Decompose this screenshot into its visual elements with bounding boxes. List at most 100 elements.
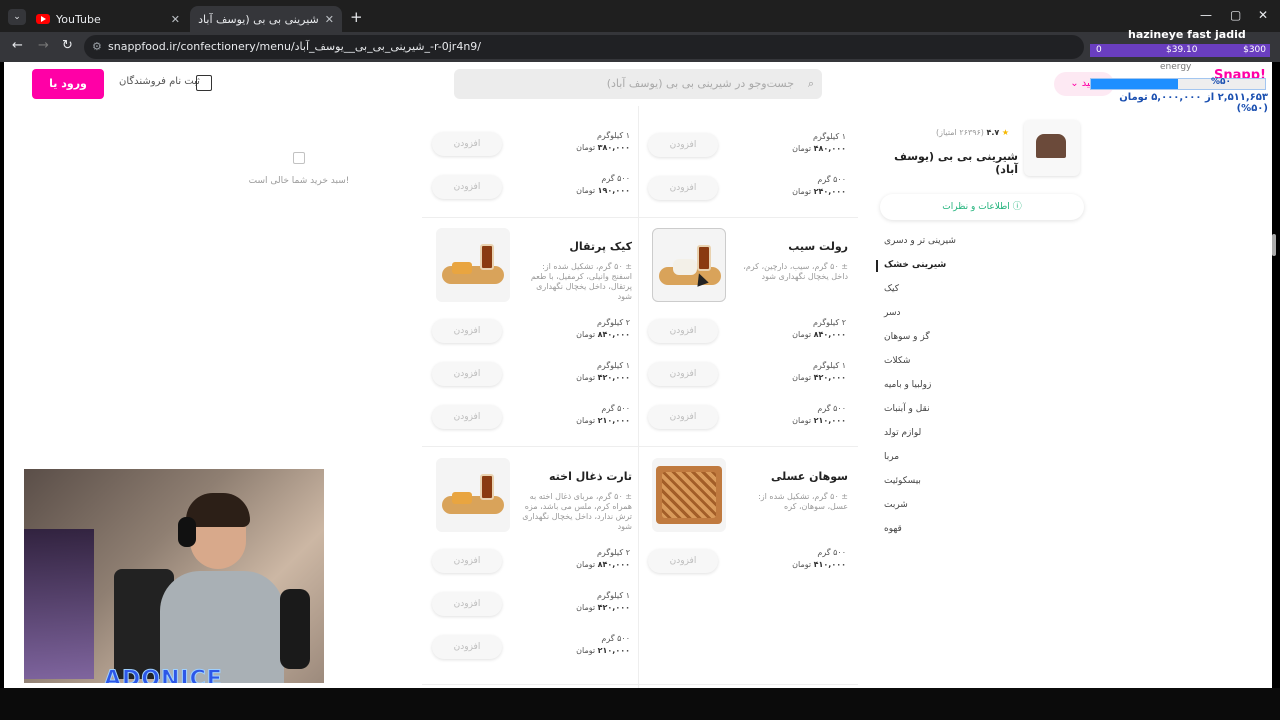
overlay-bar: 0 $39.10 $300 — [1090, 44, 1270, 57]
product-description: ± ۵۰ گرم، مربای ذغال اخته به همراه کرم، … — [522, 492, 632, 531]
bottom-bar — [0, 688, 1280, 720]
product-image[interactable] — [652, 228, 726, 302]
add-button[interactable]: افزودن — [648, 405, 718, 429]
price-row: ۲ کیلوگرم ۸۴۰,۰۰۰ تومان — [530, 547, 630, 571]
price-amount: ۸۴۰,۰۰۰ — [813, 330, 846, 339]
price-amount: ۳۸۰,۰۰۰ — [597, 143, 630, 152]
tab-search-button[interactable]: ⌄ — [8, 9, 26, 25]
column-divider — [638, 106, 639, 688]
category-item[interactable]: گز و سوهان — [884, 332, 930, 342]
close-icon[interactable]: ✕ — [171, 13, 180, 26]
price-amount: ۴۸۰,۰۰۰ — [813, 144, 846, 153]
add-button[interactable]: افزودن — [432, 635, 502, 659]
search-icon: ⌕ — [807, 77, 814, 90]
price-unit: تومان — [576, 646, 596, 655]
price-unit: تومان — [792, 144, 812, 153]
tab-snappfood[interactable]: ✕ شیرینی بی بی (یوسف آباد)-سفا — [190, 6, 342, 32]
tab-title: YouTube — [56, 12, 101, 26]
price-amount: ۲۱۰,۰۰۰ — [813, 416, 846, 425]
site-settings-icon[interactable]: ⚙ — [92, 35, 102, 59]
overlay-bar-low: 0 — [1096, 45, 1102, 55]
price-size: ۲ کیلوگرم — [596, 548, 630, 557]
overlay-title: hazineye fast jadid — [1128, 28, 1246, 41]
page-scrollbar[interactable] — [1272, 234, 1276, 256]
price-row: ۱ کیلوگرم ۳۸۰,۰۰۰ تومان — [530, 130, 630, 154]
vendor-name: شیرینی بی بی (یوسف آباد) — [894, 150, 1018, 176]
overlay-progress-text: ۲,۵۱۱,۶۵۳ از ۵,۰۰۰,۰۰۰ تومان (۵۰%) — [1119, 92, 1268, 114]
price-size: ۵۰۰ گرم — [601, 174, 630, 183]
category-item[interactable]: شیرینی تر و دسری — [884, 236, 956, 246]
price-unit: تومان — [576, 416, 596, 425]
add-button[interactable]: افزودن — [432, 405, 502, 429]
add-button[interactable]: افزودن — [432, 549, 502, 573]
add-button[interactable]: افزودن — [648, 362, 718, 386]
tea-glass-shape — [480, 244, 494, 270]
shelf-shape — [24, 529, 94, 679]
add-button[interactable]: افزودن — [648, 133, 718, 157]
browser-toolbar: ← → ↻ ⚙ snappfood.ir/confectionery/menu/… — [0, 32, 1280, 62]
channel-watermark: ADONICE — [104, 667, 223, 684]
headset-shape — [178, 517, 196, 547]
category-item[interactable]: بیسکوئیت — [884, 476, 921, 486]
overlay-bar-high: $300 — [1243, 45, 1266, 55]
add-button[interactable]: افزودن — [432, 592, 502, 616]
tea-glass-shape — [480, 474, 494, 500]
price-size: ۱ کیلوگرم — [812, 132, 846, 141]
price-size: ۲ کیلوگرم — [812, 318, 846, 327]
price-row: ۲ کیلوگرم ۸۴۰,۰۰۰ تومان — [530, 317, 630, 341]
maximize-button[interactable]: ▢ — [1230, 8, 1241, 22]
product-description: ± ۵۰ گرم، سیب، دارچین، کرم، داخل یخچال ن… — [743, 262, 848, 281]
product-title: سوهان عسلی — [770, 470, 848, 483]
category-item[interactable]: لوازم تولد — [884, 428, 921, 438]
price-row: ۵۰۰ گرم ۲۱۰,۰۰۰ تومان — [530, 633, 630, 657]
info-reviews-button[interactable]: ⓘ اطلاعات و نظرات — [880, 194, 1084, 220]
price-row: ۵۰۰ گرم ۲۱۰,۰۰۰ تومان — [746, 403, 846, 427]
price-amount: ۲۱۰,۰۰۰ — [597, 416, 630, 425]
add-button[interactable]: افزودن — [648, 319, 718, 343]
add-button[interactable]: افزودن — [432, 132, 502, 156]
add-button[interactable]: افزودن — [432, 175, 502, 199]
price-amount: ۸۴۰,۰۰۰ — [597, 330, 630, 339]
category-item[interactable]: شربت — [884, 500, 908, 510]
overlay-energy-label: energy — [1160, 62, 1192, 72]
category-item[interactable]: کیک — [884, 284, 899, 294]
youtube-icon — [36, 14, 50, 24]
product-image[interactable] — [436, 458, 510, 532]
login-button[interactable]: ورود یا عضویت — [32, 69, 104, 120]
minimize-button[interactable]: — — [1200, 8, 1212, 22]
add-button[interactable]: افزودن — [648, 176, 718, 200]
tab-youtube[interactable]: YouTube ✕ — [28, 6, 188, 32]
tea-glass-shape — [697, 245, 711, 271]
category-item[interactable]: نقل و آبنبات — [884, 404, 930, 414]
category-item-active[interactable]: شیرینی خشک — [884, 260, 946, 270]
address-bar[interactable]: ⚙ snappfood.ir/confectionery/menu/شیرینی… — [84, 35, 1084, 59]
price-amount: ۲۱۰,۰۰۰ — [597, 646, 630, 655]
price-amount: ۴۲۰,۰۰۰ — [597, 373, 630, 382]
forward-arrow-icon[interactable]: → — [38, 38, 49, 53]
close-window-button[interactable]: ✕ — [1258, 8, 1268, 22]
price-amount: ۴۱۰,۰۰۰ — [813, 560, 846, 569]
chevron-down-icon: ⌄ — [1070, 78, 1079, 89]
category-item[interactable]: شکلات — [884, 356, 910, 366]
price-amount: ۴۲۰,۰۰۰ — [813, 373, 846, 382]
cart-icon — [293, 152, 305, 164]
category-item[interactable]: قهوه — [884, 524, 902, 534]
info-reviews-label: اطلاعات و نظرات — [942, 202, 1010, 212]
category-item[interactable]: مربا — [884, 452, 899, 462]
reload-icon[interactable]: ↻ — [62, 38, 73, 53]
category-item[interactable]: دسر — [884, 308, 901, 318]
category-item[interactable]: زولبیا و بامیه — [884, 380, 931, 390]
vendor-register-link[interactable]: ثبت نام فروشندگان — [119, 76, 200, 87]
add-button[interactable]: افزودن — [648, 549, 718, 573]
add-button[interactable]: افزودن — [432, 362, 502, 386]
menu-list: افزودن ۱ کیلوگرم ۳۸۰,۰۰۰ تومان افزودن ۵۰… — [422, 106, 858, 688]
close-icon[interactable]: ✕ — [325, 13, 334, 26]
product-image[interactable] — [652, 458, 726, 532]
new-tab-button[interactable]: + — [350, 8, 363, 26]
back-arrow-icon[interactable]: ← — [12, 38, 23, 53]
price-size: ۵۰۰ گرم — [817, 548, 846, 557]
search-input[interactable]: ⌕ جست‌وجو در شیرینی بی بی (یوسف آباد) — [454, 69, 822, 99]
add-button[interactable]: افزودن — [432, 319, 502, 343]
price-size: ۵۰۰ گرم — [601, 404, 630, 413]
product-image[interactable] — [436, 228, 510, 302]
